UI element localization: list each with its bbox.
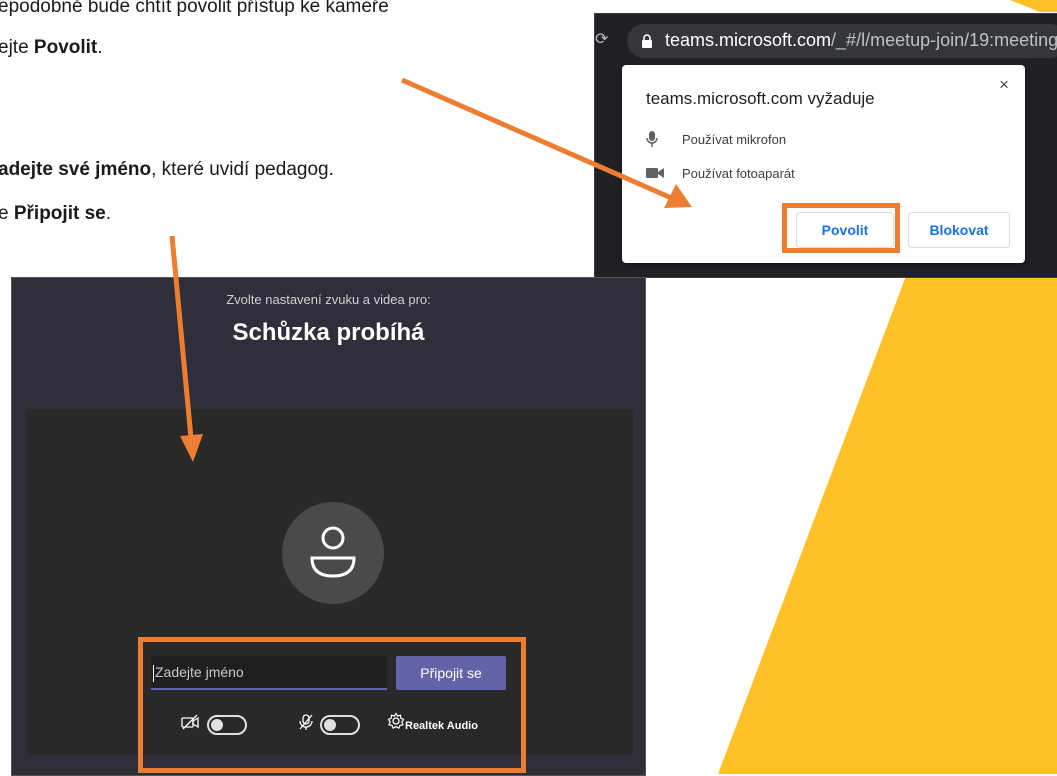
instruction-text: . (97, 37, 103, 58)
instruction-text: epodobně bude chtít povolit přístup ke k… (0, 0, 389, 17)
allow-highlight-box (782, 203, 900, 253)
meeting-title: Schůzka probíhá (232, 319, 425, 346)
address-bar[interactable]: teams.microsoft.com/_#/l/meetup-join/19:… (627, 24, 1057, 58)
teams-prejoin-screenshot: Zvolte nastavení zvuku a videa pro: Schů… (11, 277, 646, 776)
teams-subtitle: Zvolte nastavení zvuku a videa pro: (226, 292, 431, 307)
permission-microphone: Používat mikrofon (646, 131, 786, 150)
permission-title: teams.microsoft.com vyžaduje (646, 89, 875, 108)
instruction-text: e (0, 203, 9, 224)
instruction-line-2: ejte Povolit. (0, 37, 103, 59)
instruction-text: . (105, 203, 111, 224)
permission-prompt: teams.microsoft.com vyžaduje × Používat … (622, 65, 1025, 263)
microphone-icon (646, 131, 668, 150)
instruction-line-3: adejte své jméno, které uvidí pedagog. (0, 159, 334, 181)
instruction-bold: Připojit se (13, 203, 106, 224)
url-text[interactable]: teams.microsoft.com/_#/l/meetup-join/19:… (665, 30, 1057, 51)
instruction-line-1: epodobně bude chtít povolit přístup ke k… (0, 0, 389, 18)
instruction-text: , které uvidí pedagog. (151, 159, 334, 180)
video-preview: Připojit se Realtek Audio (26, 409, 633, 773)
block-button[interactable]: Blokovat (908, 212, 1010, 248)
permission-label: Používat mikrofon (682, 131, 787, 147)
instruction-bold: adejte své jméno (0, 159, 152, 180)
instruction-bold: Povolit (33, 37, 98, 58)
instruction-line-4: e Připojit se. (0, 203, 111, 225)
url-domain: teams.microsoft.com (665, 30, 832, 50)
camera-icon (646, 167, 668, 182)
close-icon[interactable]: × (999, 75, 1009, 95)
join-controls-highlight-box (138, 637, 526, 773)
permission-camera: Používat fotoaparát (646, 166, 795, 182)
instruction-text: ejte (0, 37, 34, 58)
lock-icon[interactable] (641, 34, 653, 48)
permission-label: Používat fotoaparát (682, 166, 795, 181)
url-path: /_#/l/meetup-join/19:meeting (831, 30, 1057, 50)
avatar-icon (282, 502, 384, 604)
reload-icon[interactable]: ⟳ (595, 29, 608, 49)
browser-screenshot: ⟳ teams.microsoft.com/_#/l/meetup-join/1… (594, 13, 1057, 278)
